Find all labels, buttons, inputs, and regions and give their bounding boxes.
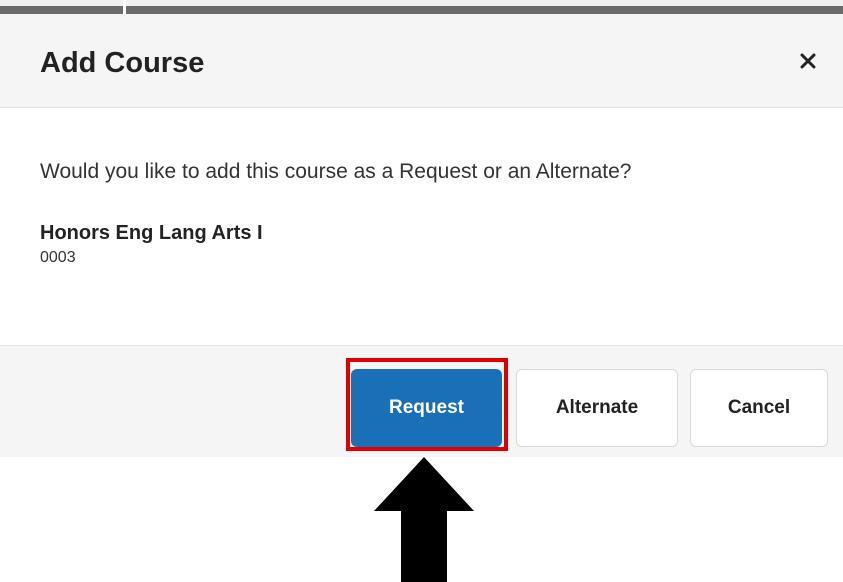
course-name: Honors Eng Lang Arts I — [40, 222, 263, 244]
course-code: 0003 — [40, 249, 76, 266]
up-arrow-icon — [374, 457, 474, 582]
dialog-header: Add Course — [0, 14, 843, 108]
close-button[interactable] — [791, 44, 825, 78]
page: Add Course Would you like to add this co… — [0, 0, 843, 582]
dialog-title: Add Course — [40, 47, 205, 79]
dialog-body: Would you like to add this course as a R… — [0, 108, 843, 345]
background-app-bar — [0, 6, 843, 14]
dialog-prompt: Would you like to add this course as a R… — [40, 160, 632, 183]
request-button[interactable]: Request — [351, 369, 502, 447]
background-app-strip — [0, 0, 843, 14]
close-icon — [800, 53, 816, 69]
alternate-button[interactable]: Alternate — [516, 369, 678, 447]
dialog-footer: Request Alternate Cancel — [0, 345, 843, 457]
cancel-button[interactable]: Cancel — [690, 369, 828, 447]
background-divider — [123, 0, 126, 14]
